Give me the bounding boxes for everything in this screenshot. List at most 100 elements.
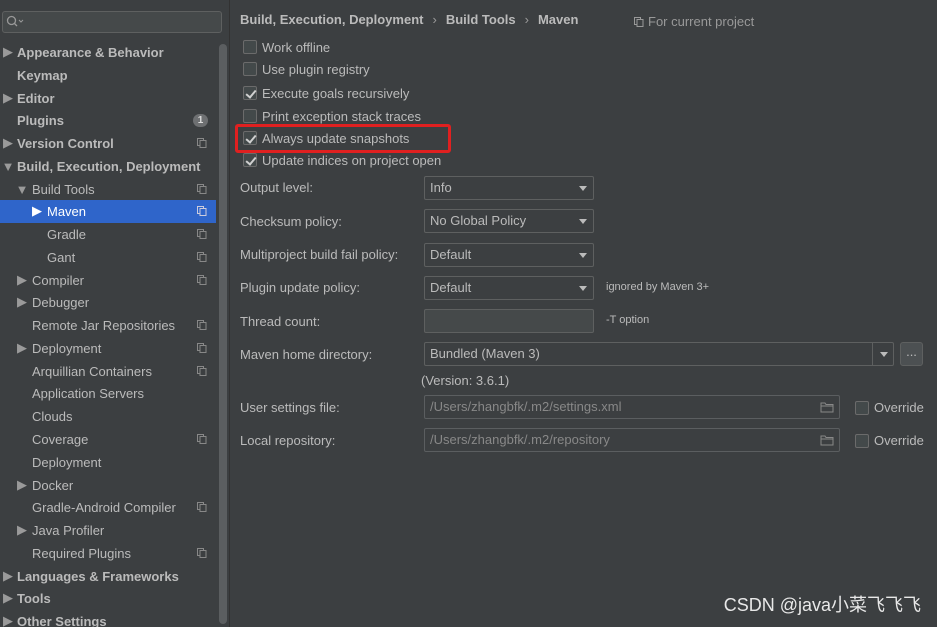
print-exception-stack-traces-checkbox[interactable]: Print exception stack traces (243, 107, 421, 125)
sidebar-item-application-servers[interactable]: Application Servers (0, 382, 216, 405)
browse-maven-home-button[interactable]: ... (900, 342, 923, 366)
project-scope-icon (197, 206, 207, 217)
folder-icon[interactable] (820, 434, 834, 446)
checksum-policy-dropdown[interactable]: No Global Policy (424, 209, 594, 233)
plugin-update-policy-value: Default (430, 280, 472, 295)
output-level-label: Output level: (240, 180, 313, 195)
sidebar-item-coverage[interactable]: Coverage (0, 428, 216, 451)
project-scope-icon (634, 16, 644, 27)
sidebar-item-remote-jar-repositories[interactable]: Remote Jar Repositories (0, 314, 216, 337)
checkbox-box[interactable] (855, 433, 869, 448)
checkbox-box[interactable] (855, 400, 869, 415)
expand-arrow-icon[interactable]: ▶ (17, 340, 27, 355)
work-offline-label: Work offline (262, 39, 331, 55)
expand-arrow-icon[interactable]: ▶ (17, 522, 27, 537)
sidebar-item-deployment[interactable]: ▶ Deployment (0, 337, 216, 360)
collapse-arrow-icon[interactable]: ▼ (16, 182, 29, 197)
expand-arrow-icon[interactable]: ▶ (3, 568, 13, 583)
sidebar-item-version-control[interactable]: ▶ Version Control (0, 132, 216, 155)
project-scope-icon (197, 434, 207, 445)
combo-divider (872, 343, 873, 365)
sidebar-item-compiler[interactable]: ▶ Compiler (0, 269, 216, 292)
sidebar-item-maven[interactable]: ▶ Maven (0, 200, 216, 223)
update-indices-checkbox[interactable]: Update indices on project open (243, 151, 441, 169)
checkbox-box[interactable] (243, 109, 257, 123)
folder-icon[interactable] (820, 401, 834, 413)
multiproject-fail-policy-dropdown[interactable]: Default (424, 243, 594, 267)
update-indices-label: Update indices on project open (262, 152, 442, 168)
sidebar-item-build-execution-deployment[interactable]: ▼ Build, Execution, Deployment (0, 155, 216, 178)
sidebar-item-build-tools[interactable]: ▼ Build Tools (0, 178, 216, 201)
annotation-highlight-box (235, 124, 451, 153)
checkbox-box[interactable] (243, 153, 257, 167)
project-scope-icon (197, 184, 207, 195)
breadcrumb-separator: › (524, 12, 529, 27)
sidebar-item-other-settings[interactable]: ▶ Other Settings (0, 610, 216, 627)
checkbox-box[interactable] (243, 40, 257, 54)
sidebar-item-arquillian-containers[interactable]: Arquillian Containers (0, 360, 216, 383)
scope-indicator: For current project (634, 14, 754, 29)
local-repository-path-input[interactable]: /Users/zhangbfk/.m2/repository (424, 428, 840, 452)
breadcrumb-item[interactable]: Build, Execution, Deployment (240, 12, 423, 27)
sidebar-scrollbar-thumb[interactable] (219, 44, 227, 624)
project-scope-icon (197, 502, 207, 513)
project-scope-icon (197, 320, 207, 331)
search-icon (6, 15, 24, 27)
sidebar-item-gant[interactable]: Gant (0, 246, 216, 269)
sidebar-item-appearance-behavior[interactable]: ▶ Appearance & Behavior (0, 41, 216, 64)
plugins-update-badge: 1 (193, 113, 208, 127)
maven-home-value: Bundled (Maven 3) (430, 346, 540, 361)
local-repository-override-checkbox[interactable]: Override (855, 433, 924, 448)
chevron-down-icon (579, 219, 587, 224)
expand-arrow-icon[interactable]: ▶ (3, 590, 13, 605)
use-plugin-registry-checkbox[interactable]: Use plugin registry (243, 60, 370, 78)
sidebar-item-required-plugins[interactable]: Required Plugins (0, 542, 216, 565)
sidebar-item-gradle[interactable]: Gradle (0, 223, 216, 246)
thread-count-label: Thread count: (240, 314, 321, 329)
sidebar-item-tools[interactable]: ▶ Tools (0, 587, 216, 610)
expand-arrow-icon[interactable]: ▶ (17, 272, 27, 287)
plugin-update-policy-dropdown[interactable]: Default (424, 276, 594, 300)
plugin-update-policy-label: Plugin update policy: (240, 280, 360, 295)
sidebar-item-plugins[interactable]: Plugins 1 (0, 109, 216, 132)
expand-arrow-icon[interactable]: ▶ (17, 294, 27, 309)
maven-home-dropdown[interactable]: Bundled (Maven 3) (424, 342, 894, 366)
sidebar-item-clouds[interactable]: Clouds (0, 405, 216, 428)
breadcrumb-item[interactable]: Build Tools (446, 12, 516, 27)
settings-search-input[interactable] (2, 11, 222, 33)
watermark: CSDN @java小菜飞飞飞 (723, 595, 921, 615)
expand-arrow-icon[interactable]: ▶ (3, 135, 13, 150)
output-level-dropdown[interactable]: Info (424, 176, 594, 200)
work-offline-checkbox[interactable]: Work offline (243, 38, 330, 56)
expand-arrow-icon[interactable]: ▶ (3, 613, 13, 627)
print-exception-stack-traces-label: Print exception stack traces (262, 108, 421, 124)
sidebar-item-java-profiler[interactable]: ▶ Java Profiler (0, 519, 216, 542)
checkbox-box[interactable] (243, 86, 257, 100)
sidebar-item-docker[interactable]: ▶ Docker (0, 474, 216, 497)
sidebar-item-editor[interactable]: ▶ Editor (0, 87, 216, 110)
project-scope-icon (197, 229, 207, 240)
user-settings-path-input[interactable]: /Users/zhangbfk/.m2/settings.xml (424, 395, 840, 419)
breadcrumb: Build, Execution, Deployment › Build Too… (240, 12, 578, 27)
chevron-down-icon (579, 286, 587, 291)
thread-count-hint: -T option (606, 314, 650, 326)
thread-count-input[interactable] (424, 309, 594, 333)
sidebar-item-gradle-android-compiler[interactable]: Gradle-Android Compiler (0, 496, 216, 519)
collapse-arrow-icon[interactable]: ▼ (2, 159, 15, 174)
expand-arrow-icon[interactable]: ▶ (32, 203, 42, 218)
execute-goals-recursively-checkbox[interactable]: Execute goals recursively (243, 84, 409, 102)
output-level-value: Info (430, 180, 452, 195)
expand-arrow-icon[interactable]: ▶ (3, 44, 13, 59)
sidebar-item-deployment-2[interactable]: Deployment (0, 451, 216, 474)
sidebar-item-languages-frameworks[interactable]: ▶ Languages & Frameworks (0, 565, 216, 588)
sidebar-item-debugger[interactable]: ▶ Debugger (0, 291, 216, 314)
sidebar-item-keymap[interactable]: Keymap (0, 64, 216, 87)
override-label: Override (874, 400, 924, 415)
checkbox-box[interactable] (243, 62, 257, 76)
user-settings-override-checkbox[interactable]: Override (855, 400, 924, 415)
scope-label: For current project (648, 14, 755, 29)
breadcrumb-separator: › (432, 12, 437, 27)
expand-arrow-icon[interactable]: ▶ (3, 90, 13, 105)
expand-arrow-icon[interactable]: ▶ (17, 477, 27, 492)
multiproject-fail-policy-value: Default (430, 247, 472, 262)
